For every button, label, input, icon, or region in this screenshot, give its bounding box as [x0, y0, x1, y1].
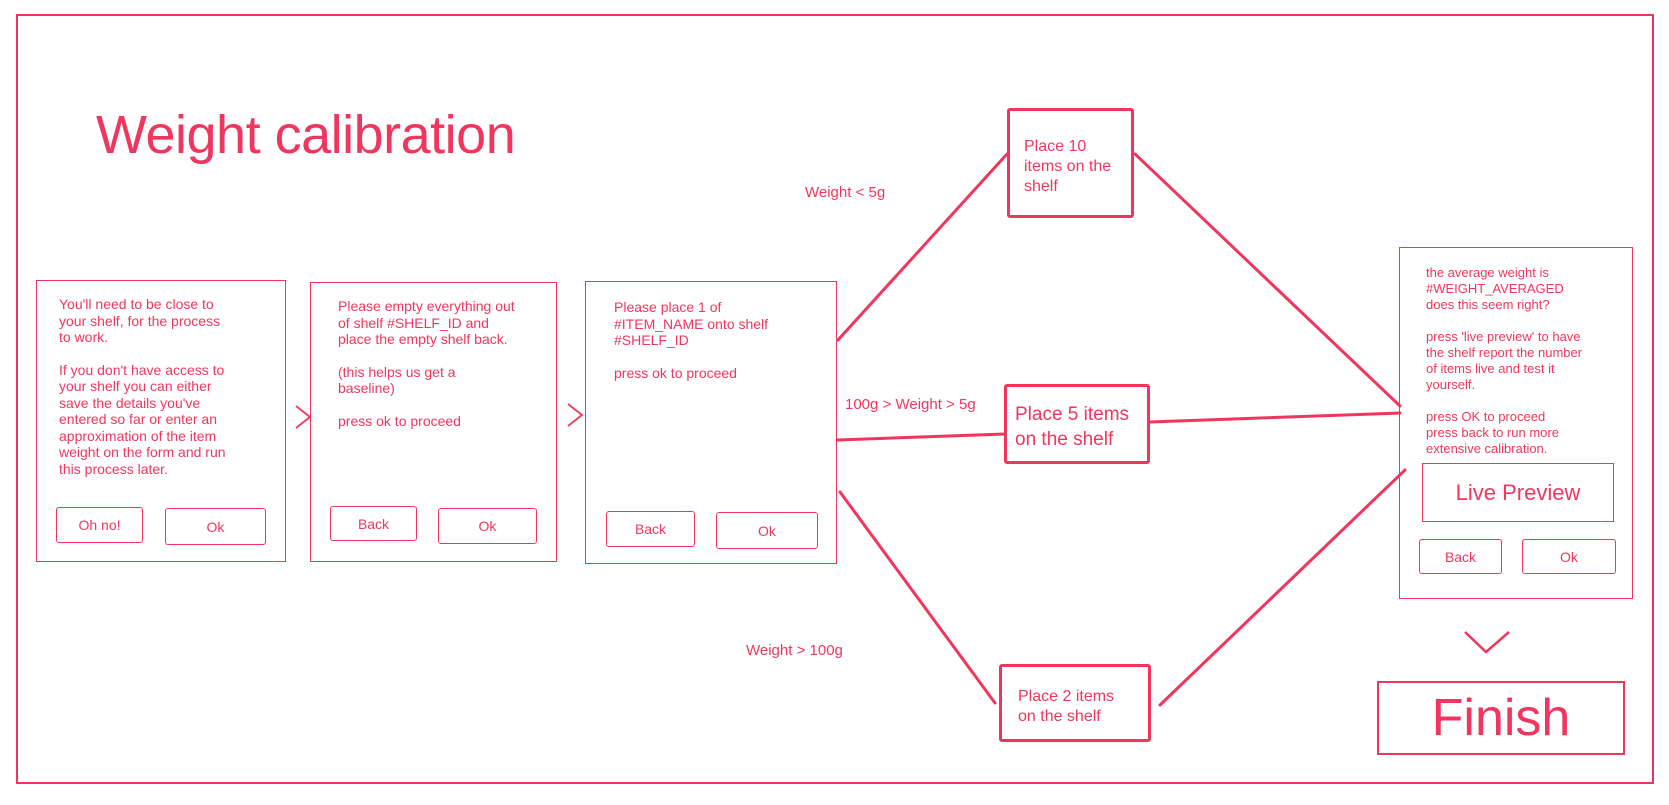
- step-card-proximity: You'll need to be close to your shelf, f…: [36, 280, 286, 562]
- ok-button[interactable]: Ok: [438, 508, 537, 544]
- branch-condition-light: Weight < 5g: [805, 184, 886, 201]
- ok-button[interactable]: Ok: [716, 512, 818, 549]
- card-text: press 'live preview' to have the shelf r…: [1426, 329, 1583, 392]
- branch-condition-heavy: Weight > 100g: [746, 642, 843, 659]
- branch-action-place-5: Place 5 items on the shelf: [1004, 384, 1150, 464]
- back-button[interactable]: Back: [1419, 539, 1502, 574]
- card-text: You'll need to be close to your shelf, f…: [59, 296, 221, 345]
- connector-step3-to-branch-medium: [836, 432, 1007, 442]
- card-text: (this helps us get a baseline): [338, 363, 456, 397]
- branch-condition-medium: 100g > Weight > 5g: [845, 396, 976, 413]
- connector-branch-light-to-result: [1133, 152, 1402, 408]
- ok-button[interactable]: Ok: [1522, 539, 1616, 574]
- card-text: press OK to proceed press back to run mo…: [1426, 409, 1559, 456]
- card-text: Please place 1 of #ITEM_NAME onto shelf …: [614, 299, 769, 348]
- card-text: If you don't have access to your shelf y…: [59, 361, 226, 477]
- finish-box: Finish: [1377, 681, 1625, 755]
- card-text: the average weight is #WEIGHT_AVERAGED d…: [1426, 265, 1564, 312]
- oh-no-button[interactable]: Oh no!: [56, 507, 143, 543]
- step-card-empty-shelf: Please empty everything out of shelf #SH…: [310, 282, 557, 562]
- card-text: press ok to proceed: [614, 364, 737, 381]
- down-arrow-icon: [1464, 631, 1510, 654]
- ok-button[interactable]: Ok: [165, 508, 266, 545]
- card-text: Please empty everything out of shelf #SH…: [338, 298, 515, 347]
- connector-step3-to-branch-light: [836, 152, 1009, 342]
- next-arrow-icon: [567, 403, 584, 427]
- back-button[interactable]: Back: [330, 506, 417, 541]
- connector-branch-medium-to-result: [1148, 411, 1402, 424]
- back-button[interactable]: Back: [606, 511, 695, 547]
- branch-action-place-2: Place 2 items on the shelf: [999, 664, 1151, 742]
- live-preview-button[interactable]: Live Preview: [1422, 463, 1614, 522]
- branch-action-place-10: Place 10 items on the shelf: [1007, 108, 1134, 218]
- card-text: press ok to proceed: [338, 412, 461, 429]
- connector-step3-to-branch-heavy: [838, 490, 997, 705]
- step-card-result: the average weight is #WEIGHT_AVERAGED d…: [1399, 247, 1633, 599]
- step-card-place-item: Please place 1 of #ITEM_NAME onto shelf …: [585, 281, 837, 564]
- connector-branch-heavy-to-result: [1158, 468, 1407, 707]
